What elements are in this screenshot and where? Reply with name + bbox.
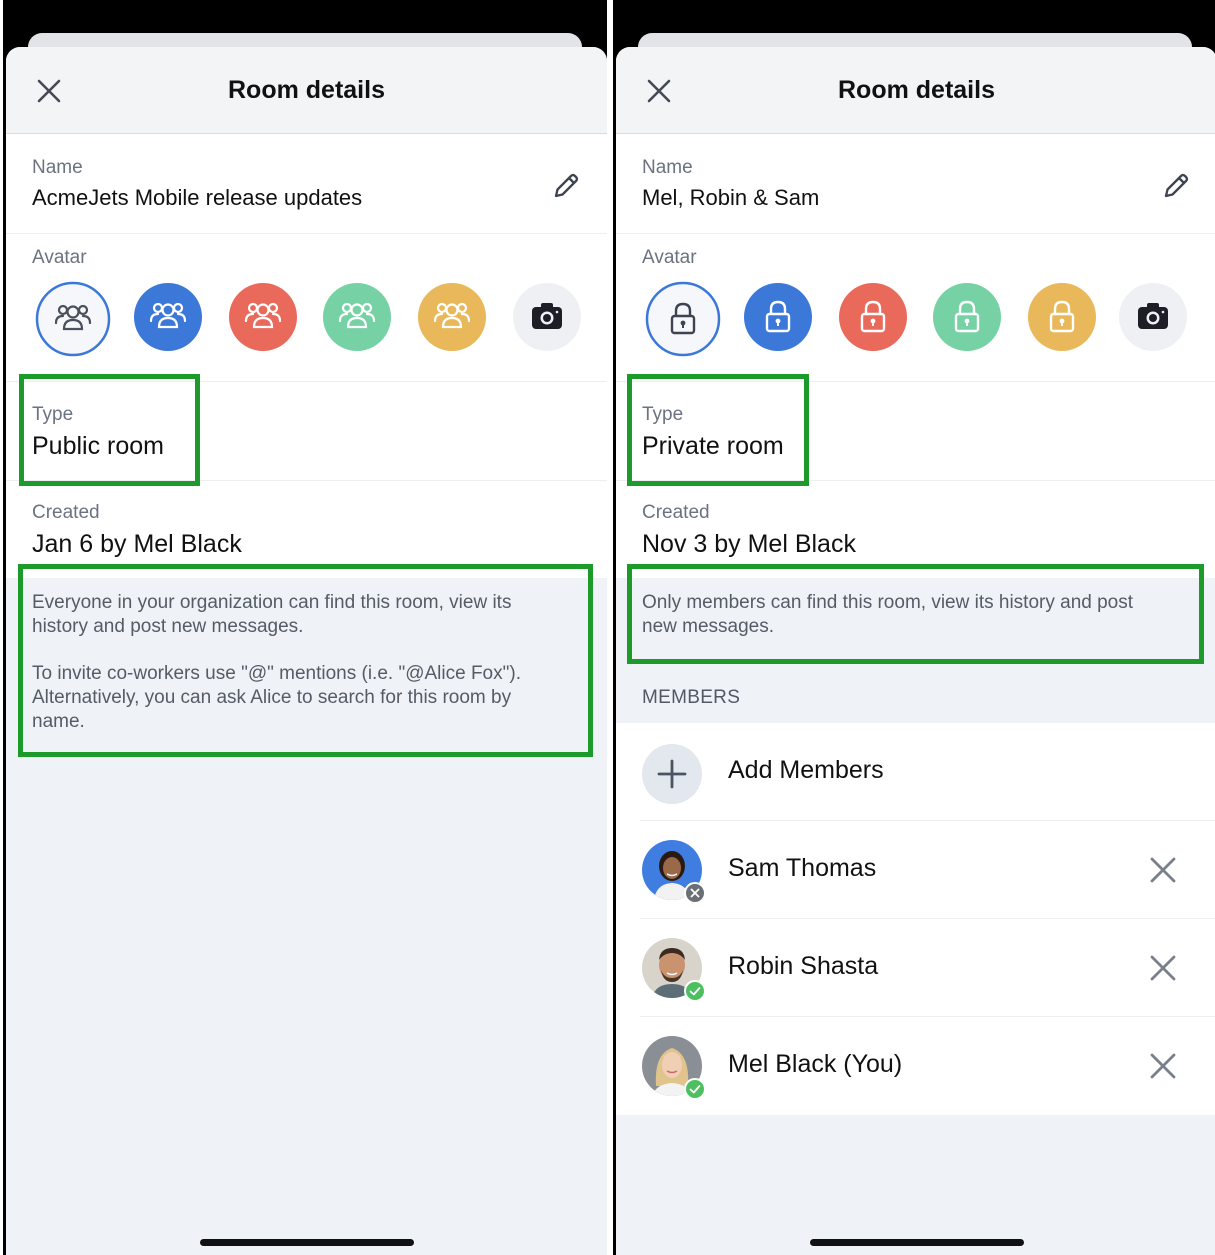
page-title: Room details bbox=[228, 76, 385, 104]
member-name: Robin Shasta bbox=[728, 952, 879, 980]
highlight-box-type bbox=[19, 374, 200, 486]
right-phone-screen: Room details Name Mel, Robin & Sam Avata… bbox=[613, 0, 1215, 1255]
people-icon bbox=[323, 283, 391, 351]
pencil-icon[interactable] bbox=[1159, 169, 1193, 203]
plus-icon bbox=[657, 759, 687, 789]
sheet-header: Room details bbox=[616, 47, 1215, 134]
left-phone-screen: Room details Name AcmeJets Mobile releas… bbox=[3, 0, 607, 1255]
member-name: Mel Black (You) bbox=[728, 1050, 903, 1078]
lock-icon bbox=[744, 283, 812, 351]
lock-icon bbox=[933, 283, 1001, 351]
home-indicator bbox=[809, 1239, 1024, 1246]
add-members-circle bbox=[642, 744, 702, 804]
lock-icon bbox=[645, 281, 721, 357]
remove-member-icon[interactable] bbox=[1149, 856, 1177, 884]
people-icon bbox=[418, 283, 486, 351]
people-icon bbox=[229, 283, 297, 351]
avatar-label: Avatar bbox=[32, 247, 87, 268]
pencil-icon[interactable] bbox=[549, 169, 583, 203]
home-indicator bbox=[199, 1239, 414, 1246]
avatar-option-red[interactable] bbox=[229, 283, 297, 351]
avatar-option-yellow[interactable] bbox=[1028, 283, 1096, 351]
avatar-option-red[interactable] bbox=[839, 283, 907, 351]
member-row[interactable]: Mel Black (You) bbox=[616, 1017, 1215, 1115]
camera-icon bbox=[513, 283, 581, 351]
name-value: AcmeJets Mobile release updates bbox=[32, 185, 363, 210]
name-field[interactable]: Name AcmeJets Mobile release updates bbox=[6, 134, 607, 233]
avatar-upload-photo[interactable] bbox=[1119, 283, 1187, 351]
name-label: Name bbox=[642, 157, 693, 178]
highlight-box-description bbox=[627, 564, 1204, 664]
status-online-icon bbox=[684, 1078, 706, 1100]
created-value: Jan 6 by Mel Black bbox=[32, 530, 242, 558]
member-row[interactable]: Sam Thomas bbox=[616, 821, 1215, 919]
name-field[interactable]: Name Mel, Robin & Sam bbox=[616, 134, 1215, 233]
avatar-option-green[interactable] bbox=[933, 283, 1001, 351]
avatar-label: Avatar bbox=[642, 247, 697, 268]
created-label: Created bbox=[642, 502, 710, 523]
camera-icon bbox=[1119, 283, 1187, 351]
members-list: Add Members Sam Thomas Robin Shasta Mel … bbox=[616, 723, 1215, 1115]
created-value: Nov 3 by Mel Black bbox=[642, 530, 856, 558]
people-icon bbox=[35, 281, 111, 357]
highlight-box-type bbox=[627, 374, 809, 486]
sheet-header: Room details bbox=[6, 47, 607, 134]
avatar-option-selected[interactable] bbox=[35, 281, 111, 357]
avatar-option-blue[interactable] bbox=[134, 283, 202, 351]
lock-icon bbox=[1028, 283, 1096, 351]
avatar-option-green[interactable] bbox=[323, 283, 391, 351]
members-section-header: MEMBERS bbox=[642, 687, 741, 708]
created-label: Created bbox=[32, 502, 100, 523]
page-title: Room details bbox=[838, 76, 995, 104]
status-online-icon bbox=[684, 980, 706, 1002]
avatar-option-yellow[interactable] bbox=[418, 283, 486, 351]
status-offline-icon bbox=[684, 882, 706, 904]
avatar-option-selected[interactable] bbox=[645, 281, 721, 357]
avatar-upload-photo[interactable] bbox=[513, 283, 581, 351]
member-row[interactable]: Robin Shasta bbox=[616, 919, 1215, 1017]
remove-member-icon[interactable] bbox=[1149, 954, 1177, 982]
lock-icon bbox=[839, 283, 907, 351]
people-icon bbox=[134, 283, 202, 351]
add-members-button[interactable]: Add Members bbox=[616, 723, 1215, 821]
member-name: Sam Thomas bbox=[728, 854, 877, 882]
name-value: Mel, Robin & Sam bbox=[642, 185, 820, 210]
remove-member-icon[interactable] bbox=[1149, 1052, 1177, 1080]
name-label: Name bbox=[32, 157, 83, 178]
highlight-box-description bbox=[18, 564, 593, 757]
avatar-option-blue[interactable] bbox=[744, 283, 812, 351]
add-members-label: Add Members bbox=[728, 756, 884, 784]
